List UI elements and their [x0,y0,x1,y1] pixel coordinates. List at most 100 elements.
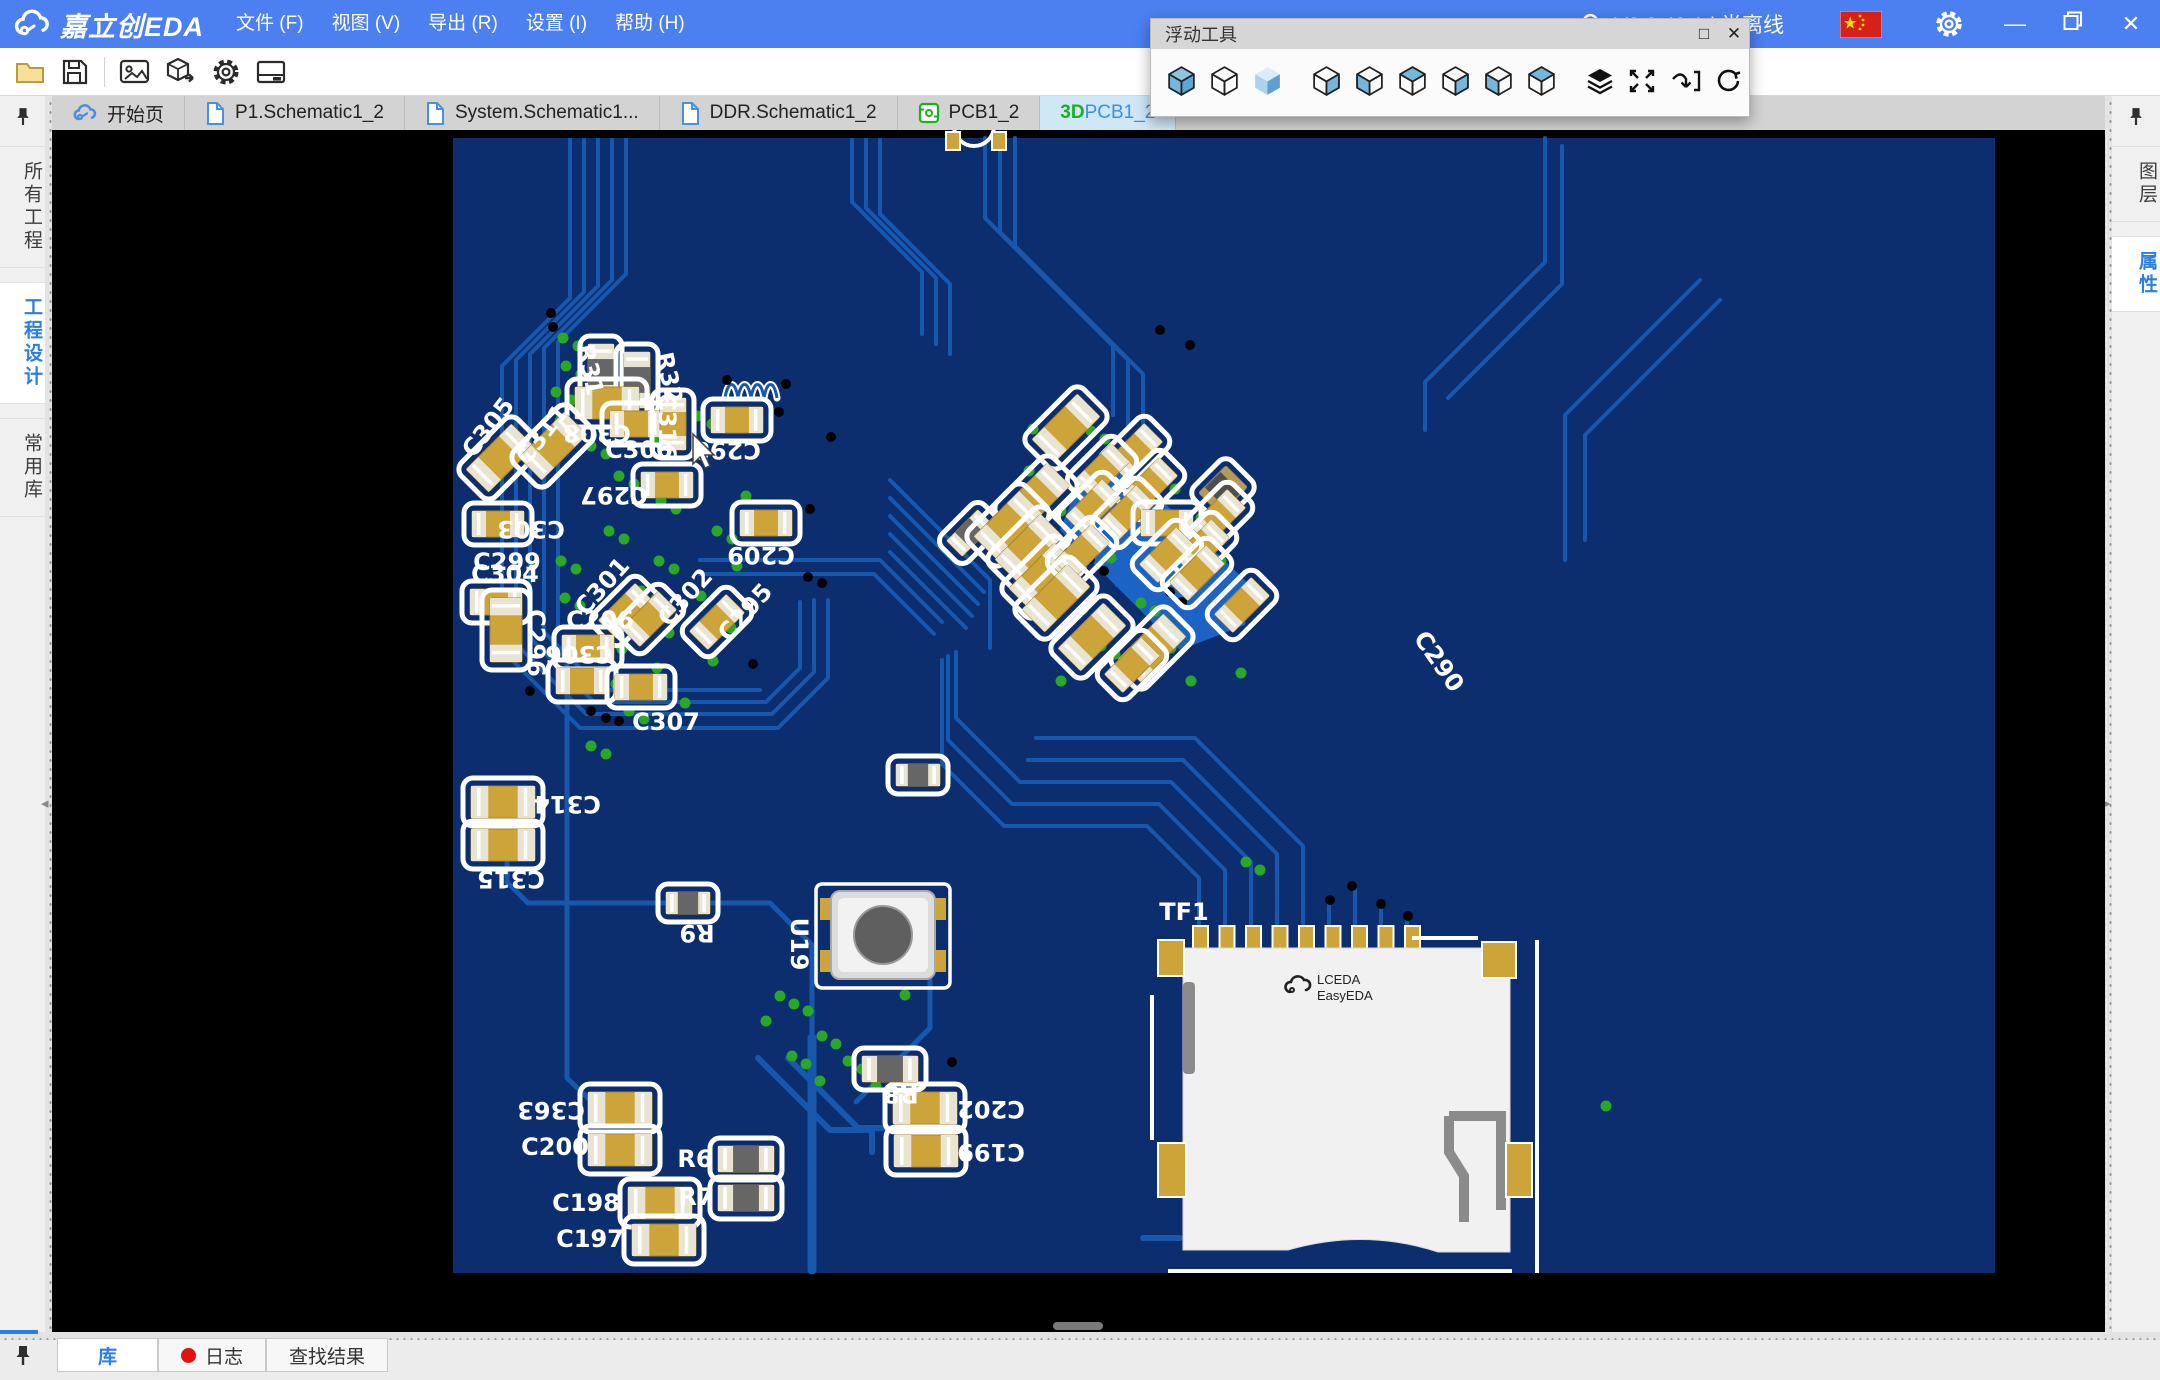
menu-item[interactable]: 文件 (F) [222,0,318,48]
panel-pin-icon[interactable] [15,106,31,128]
view-right-icon[interactable] [1310,64,1343,98]
rotate-view-icon[interactable] [1712,66,1744,96]
left-rail-tab-常用库[interactable]: 常用库 [0,418,45,517]
cube-shaded-icon[interactable] [1251,64,1284,98]
floating-button-rotate-view[interactable] [1712,66,1744,96]
menu-item[interactable]: 帮助 (H) [601,0,699,48]
home-cloud-icon [72,103,98,123]
bottom-tab-查找结果[interactable]: 查找结果 [266,1338,388,1372]
left-rail-tab-所有工程[interactable]: 所有工程 [0,146,45,268]
floating-button-fit-view[interactable] [1626,66,1658,96]
toolbar-button-save[interactable] [60,57,90,87]
toolbar-button-export-image[interactable] [119,58,151,86]
floating-button-cube-wireframe[interactable] [1208,64,1241,98]
toolbar-button-open-folder[interactable] [14,57,46,87]
log-status-dot [181,1348,196,1363]
floating-button-view-top[interactable] [1396,64,1429,98]
export-image-icon[interactable] [119,58,151,86]
view-top-icon[interactable] [1525,64,1558,98]
toolbar-separator [104,57,105,87]
toolbar-button-panel-layout[interactable] [255,58,287,86]
settings-icon[interactable] [211,57,241,87]
view-left-icon[interactable] [1353,64,1386,98]
window-maximize-button[interactable] [2044,0,2102,48]
fit-view-icon[interactable] [1626,66,1658,96]
export-3d-icon[interactable] [165,57,197,87]
left-panel-splitter[interactable]: ◂ [45,96,52,1332]
floating-button-import-view[interactable] [1668,66,1702,96]
right-rail-tab-属性[interactable]: 属性 [2112,236,2160,312]
bottom-tab-label: 查找结果 [289,1342,365,1369]
import-view-icon[interactable] [1668,66,1702,96]
silkscreen-label-C209: C209 [727,541,795,569]
silkscreen-label-R8: R8 [883,1080,918,1108]
open-folder-icon[interactable] [14,57,46,87]
bottom-pin-icon[interactable] [14,1344,32,1368]
silkscreen-label-C197: C197 [556,1225,624,1253]
menu-item[interactable]: 视图 (V) [318,0,415,48]
menu-item[interactable]: 设置 (I) [512,0,601,48]
floating-button-layers[interactable] [1584,66,1616,96]
silkscreen-label-C315: C315 [477,865,545,893]
floating-maximize-button[interactable]: □ [1689,24,1719,44]
silkscreen-label-C303: C303 [497,515,565,543]
floating-button-view-left[interactable] [1353,64,1386,98]
silkscreen-label-C297: C297 [580,481,648,509]
floating-button-view-right[interactable] [1310,64,1343,98]
silkscreen-label-C200: C200 [521,1133,589,1161]
right-rail-tab-图层[interactable]: 图层 [2112,146,2160,222]
floating-button-view-top[interactable] [1525,64,1558,98]
floating-tools-window[interactable]: 浮动工具 □ ✕ [1150,18,1750,117]
cube-solid-icon[interactable] [1165,64,1198,98]
pcb-file-icon [918,102,940,124]
main-toolbar [0,48,2160,96]
language-flag-icon[interactable] [1840,11,1882,38]
bottom-accent-line [0,1330,38,1334]
doc-tab-label: 开始页 [107,100,164,127]
cube-wireframe-icon[interactable] [1208,64,1241,98]
left-rail-tab-工程设计[interactable]: 工程设计 [0,282,45,404]
doc-tab-PCB1_2[interactable]: PCB1_2 [898,96,1041,130]
schematic-file-icon [205,101,226,126]
floating-button-cube-shaded[interactable] [1251,64,1284,98]
menu-item[interactable]: 导出 (R) [414,0,512,48]
floating-button-cube-solid[interactable] [1165,64,1198,98]
floating-button-view-left[interactable] [1482,64,1515,98]
floating-tools-title: 浮动工具 [1165,21,1237,47]
layers-icon[interactable] [1584,66,1616,96]
floating-tools-titlebar[interactable]: 浮动工具 □ ✕ [1151,19,1749,49]
settings-gear-icon[interactable] [1934,9,1964,39]
app-logo-text: 嘉立创EDA [60,5,204,44]
silkscreen-label-U19: U19 [785,918,813,971]
window-close-button[interactable]: ✕ [2102,0,2160,48]
silkscreen-label-C198: C198 [552,1189,620,1217]
document-tab-bar: 开始页 P1.Schematic1_2System.Schematic1... DD… [52,96,2105,131]
floating-tools-toolbar [1151,49,1749,113]
silkscreen-label-C304: C304 [471,560,539,588]
floating-close-button[interactable]: ✕ [1719,24,1749,44]
bottom-tab-库[interactable]: 库 [57,1338,158,1372]
doc-tab-开始页[interactable]: 开始页 [52,96,185,130]
left-collapse-arrow-icon[interactable]: ◂ [41,796,49,811]
doc-tab-System.Schematic1...[interactable]: System.Schematic1... [405,96,660,130]
right-panel-rail: 图层属性 [2112,96,2160,1332]
view-top-icon[interactable] [1396,64,1429,98]
toolbar-button-export-3d[interactable] [165,57,197,87]
bottom-tab-日志[interactable]: 日志 [158,1338,266,1372]
toolbar-button-settings[interactable] [211,57,241,87]
panel-pin-icon[interactable] [2128,106,2144,128]
silkscreen-label-C363: C363 [517,1096,585,1124]
doc-tab-label: DDR.Schematic1_2 [710,102,877,124]
floating-button-view-right[interactable] [1439,64,1472,98]
doc-tab-DDR.Schematic1_2[interactable]: DDR.Schematic1_2 [660,96,898,130]
view-right-icon[interactable] [1439,64,1472,98]
right-panel-splitter[interactable]: ▸ [2105,96,2112,1332]
canvas-horizontal-scrollbar[interactable] [1053,1322,1103,1330]
doc-tab-P1.Schematic1_2[interactable]: P1.Schematic1_2 [185,96,405,130]
pcb-3d-viewport[interactable]: LCEDAEasyEDAC305C311R31R32C308C300C316C2… [52,130,2105,1332]
window-minimize-button[interactable]: — [1986,0,2044,48]
save-icon[interactable] [60,57,90,87]
view-left-icon[interactable] [1482,64,1515,98]
panel-layout-icon[interactable] [255,58,287,86]
easyeda-logo-line1: LCEDA [1317,972,1361,987]
